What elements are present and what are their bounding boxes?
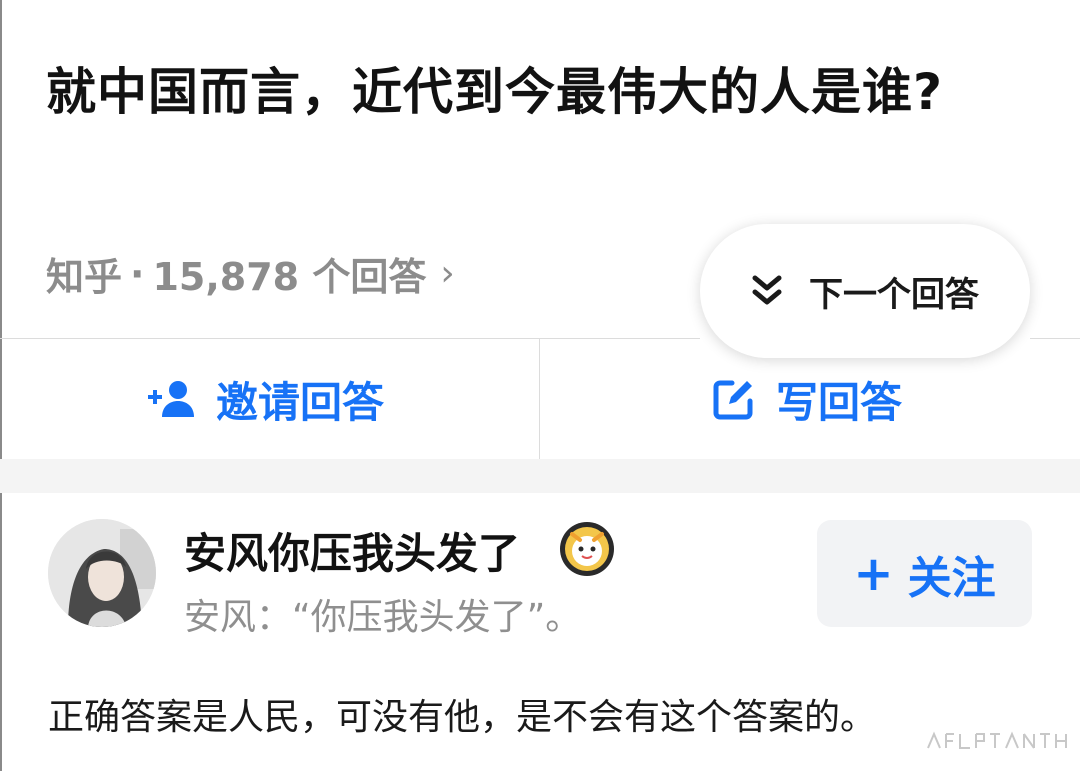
plus-icon: +	[853, 545, 894, 602]
answer-count: 15,878 个回答	[152, 255, 427, 299]
chevron-right-icon: ›	[440, 253, 455, 294]
question-meta[interactable]: 知乎 · 15,878 个回答 ›	[46, 246, 455, 301]
follow-button[interactable]: + 关注	[817, 520, 1032, 627]
author-bio: 安风：“你压我头发了”。	[184, 597, 582, 638]
watermark-icon	[927, 731, 1067, 749]
invite-answer-label: 邀请回答	[216, 377, 385, 427]
edit-icon	[712, 377, 756, 421]
next-answer-button[interactable]: 下一个回答	[700, 224, 1030, 358]
follow-label: 关注	[907, 552, 996, 604]
meta-separator: ·	[130, 251, 145, 296]
question-title[interactable]: 就中国而言，近代到今最伟大的人是谁?	[46, 44, 1026, 140]
source-label: 知乎	[46, 255, 123, 299]
answer-excerpt[interactable]: 正确答案是人民，可没有他，是不会有这个答案的。	[48, 688, 876, 740]
author-avatar[interactable]	[48, 519, 156, 627]
double-chevron-down-icon	[752, 275, 782, 305]
author-name[interactable]: 安风你压我头发了	[184, 520, 520, 581]
action-separator	[539, 339, 540, 459]
write-answer-button[interactable]: 写回答	[712, 339, 902, 459]
left-border	[0, 0, 2, 771]
section-separator	[0, 459, 1080, 493]
invite-answer-button[interactable]: 邀请回答	[148, 339, 384, 459]
badge-icon	[560, 522, 614, 576]
add-user-icon	[148, 379, 196, 419]
divider	[1030, 338, 1080, 339]
next-answer-label: 下一个回答	[809, 274, 979, 315]
write-answer-label: 写回答	[776, 377, 903, 427]
answer-page: 就中国而言，近代到今最伟大的人是谁? 知乎 · 15,878 个回答 › 下一个…	[0, 0, 1080, 771]
